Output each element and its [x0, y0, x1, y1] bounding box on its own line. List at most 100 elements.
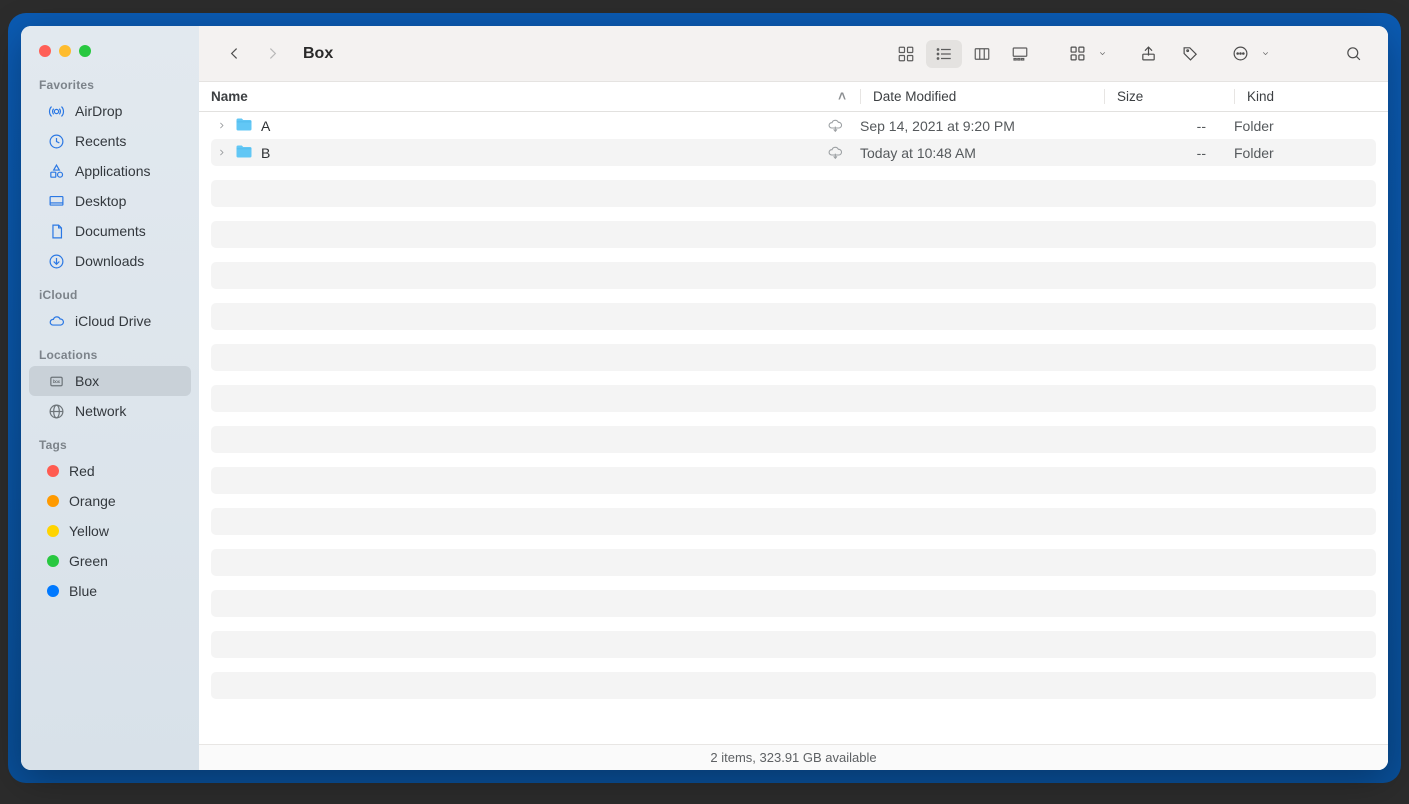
actions-menu-button[interactable]	[1225, 40, 1270, 68]
column-kind-header[interactable]: Kind	[1234, 89, 1388, 104]
group-by-button[interactable]	[1062, 40, 1107, 68]
view-columns-button[interactable]	[964, 40, 1000, 68]
sidebar-item-recents[interactable]: Recents	[29, 126, 191, 156]
sidebar-item-label: Applications	[75, 163, 151, 179]
sidebar-item-tag-red[interactable]: Red	[29, 456, 191, 486]
tag-dot-icon	[47, 495, 59, 507]
folder-icon	[235, 144, 253, 162]
window-zoom-button[interactable]	[79, 45, 91, 57]
view-gallery-button[interactable]	[1002, 40, 1038, 68]
column-date-label: Date Modified	[873, 89, 956, 104]
clock-icon	[47, 132, 65, 150]
sidebar-item-tag-green[interactable]: Green	[29, 546, 191, 576]
window-title: Box	[303, 45, 333, 63]
empty-row	[211, 549, 1376, 576]
sidebar-section-label: iCloud	[21, 276, 199, 306]
file-name: B	[261, 145, 270, 161]
empty-row	[211, 262, 1376, 289]
empty-row	[211, 508, 1376, 535]
sidebar: Favorites AirDrop Recents Applications Deskt…	[21, 26, 199, 770]
search-button[interactable]	[1336, 40, 1370, 68]
empty-row	[211, 344, 1376, 371]
empty-row	[211, 672, 1376, 699]
status-bar: 2 items, 323.91 GB available	[199, 744, 1388, 770]
cloud-icon	[47, 312, 65, 330]
sidebar-item-label: Box	[75, 373, 99, 389]
file-size: --	[1092, 145, 1222, 161]
airdrop-icon	[47, 102, 65, 120]
sidebar-item-label: Yellow	[69, 523, 109, 539]
file-row[interactable]: ASep 14, 2021 at 9:20 PM--Folder	[211, 112, 1376, 139]
share-button[interactable]	[1131, 40, 1165, 68]
status-bar-text: 2 items, 323.91 GB available	[710, 750, 876, 765]
sidebar-item-label: Orange	[69, 493, 116, 509]
view-icons-button[interactable]	[888, 40, 924, 68]
main-area: Box	[199, 26, 1388, 770]
toolbar: Box	[199, 26, 1388, 82]
column-size-label: Size	[1117, 89, 1143, 104]
cloud-download-icon[interactable]	[826, 117, 844, 135]
sidebar-item-label: Recents	[75, 133, 126, 149]
sidebar-item-tag-blue[interactable]: Blue	[29, 576, 191, 606]
sidebar-item-icloud-drive[interactable]: iCloud Drive	[29, 306, 191, 336]
column-size-header[interactable]: Size	[1104, 89, 1234, 104]
desktop-icon	[47, 192, 65, 210]
file-date: Today at 10:48 AM	[848, 145, 1092, 161]
sidebar-item-downloads[interactable]: Downloads	[29, 246, 191, 276]
sort-indicator-icon: ˄	[838, 89, 846, 104]
sidebar-item-airdrop[interactable]: AirDrop	[29, 96, 191, 126]
folder-icon	[235, 117, 253, 135]
window-controls	[21, 36, 199, 66]
empty-row	[211, 303, 1376, 330]
empty-row	[211, 467, 1376, 494]
file-row[interactable]: B Today at 10:48 AM--Folder	[211, 139, 1376, 166]
sidebar-item-desktop[interactable]: Desktop	[29, 186, 191, 216]
sidebar-item-applications[interactable]: Applications	[29, 156, 191, 186]
network-icon	[47, 402, 65, 420]
window-close-button[interactable]	[39, 45, 51, 57]
download-icon	[47, 252, 65, 270]
empty-row	[211, 631, 1376, 658]
empty-row	[211, 385, 1376, 412]
finder-window: Favorites AirDrop Recents Applications Deskt…	[21, 26, 1388, 770]
sidebar-item-label: Green	[69, 553, 108, 569]
sidebar-item-tag-orange[interactable]: Orange	[29, 486, 191, 516]
column-name-header[interactable]: Name ˄	[199, 89, 860, 104]
empty-row	[211, 221, 1376, 248]
file-size: --	[1092, 118, 1222, 134]
sidebar-item-network[interactable]: Network	[29, 396, 191, 426]
empty-row	[211, 180, 1376, 207]
nav-back-button[interactable]	[217, 40, 251, 68]
sidebar-item-tag-yellow[interactable]: Yellow	[29, 516, 191, 546]
sidebar-section-label: Tags	[21, 426, 199, 456]
tag-dot-icon	[47, 585, 59, 597]
column-name-label: Name	[211, 89, 248, 104]
file-list[interactable]: ASep 14, 2021 at 9:20 PM--Folder B Today a…	[199, 112, 1388, 744]
cloud-download-icon[interactable]	[826, 144, 844, 162]
nav-forward-button[interactable]	[255, 40, 289, 68]
disclosure-triangle-icon[interactable]	[215, 147, 227, 159]
sidebar-item-label: AirDrop	[75, 103, 122, 119]
column-date-header[interactable]: Date Modified	[860, 89, 1104, 104]
file-name: A	[261, 118, 270, 134]
tag-dot-icon	[47, 555, 59, 567]
file-kind: Folder	[1222, 145, 1376, 161]
file-kind: Folder	[1222, 118, 1376, 134]
svg-text:box: box	[53, 378, 61, 383]
tag-dot-icon	[47, 525, 59, 537]
view-switcher	[888, 40, 1038, 68]
tags-button[interactable]	[1173, 40, 1207, 68]
box-icon: box	[47, 372, 65, 390]
disclosure-triangle-icon[interactable]	[215, 120, 227, 132]
applications-icon	[47, 162, 65, 180]
column-header: Name ˄ Date Modified Size Kind	[199, 82, 1388, 112]
sidebar-item-label: Desktop	[75, 193, 126, 209]
document-icon	[47, 222, 65, 240]
sidebar-item-documents[interactable]: Documents	[29, 216, 191, 246]
sidebar-item-label: Downloads	[75, 253, 144, 269]
window-minimize-button[interactable]	[59, 45, 71, 57]
sidebar-item-box[interactable]: box Box	[29, 366, 191, 396]
sidebar-section-label: Favorites	[21, 66, 199, 96]
view-list-button[interactable]	[926, 40, 962, 68]
empty-row	[211, 590, 1376, 617]
